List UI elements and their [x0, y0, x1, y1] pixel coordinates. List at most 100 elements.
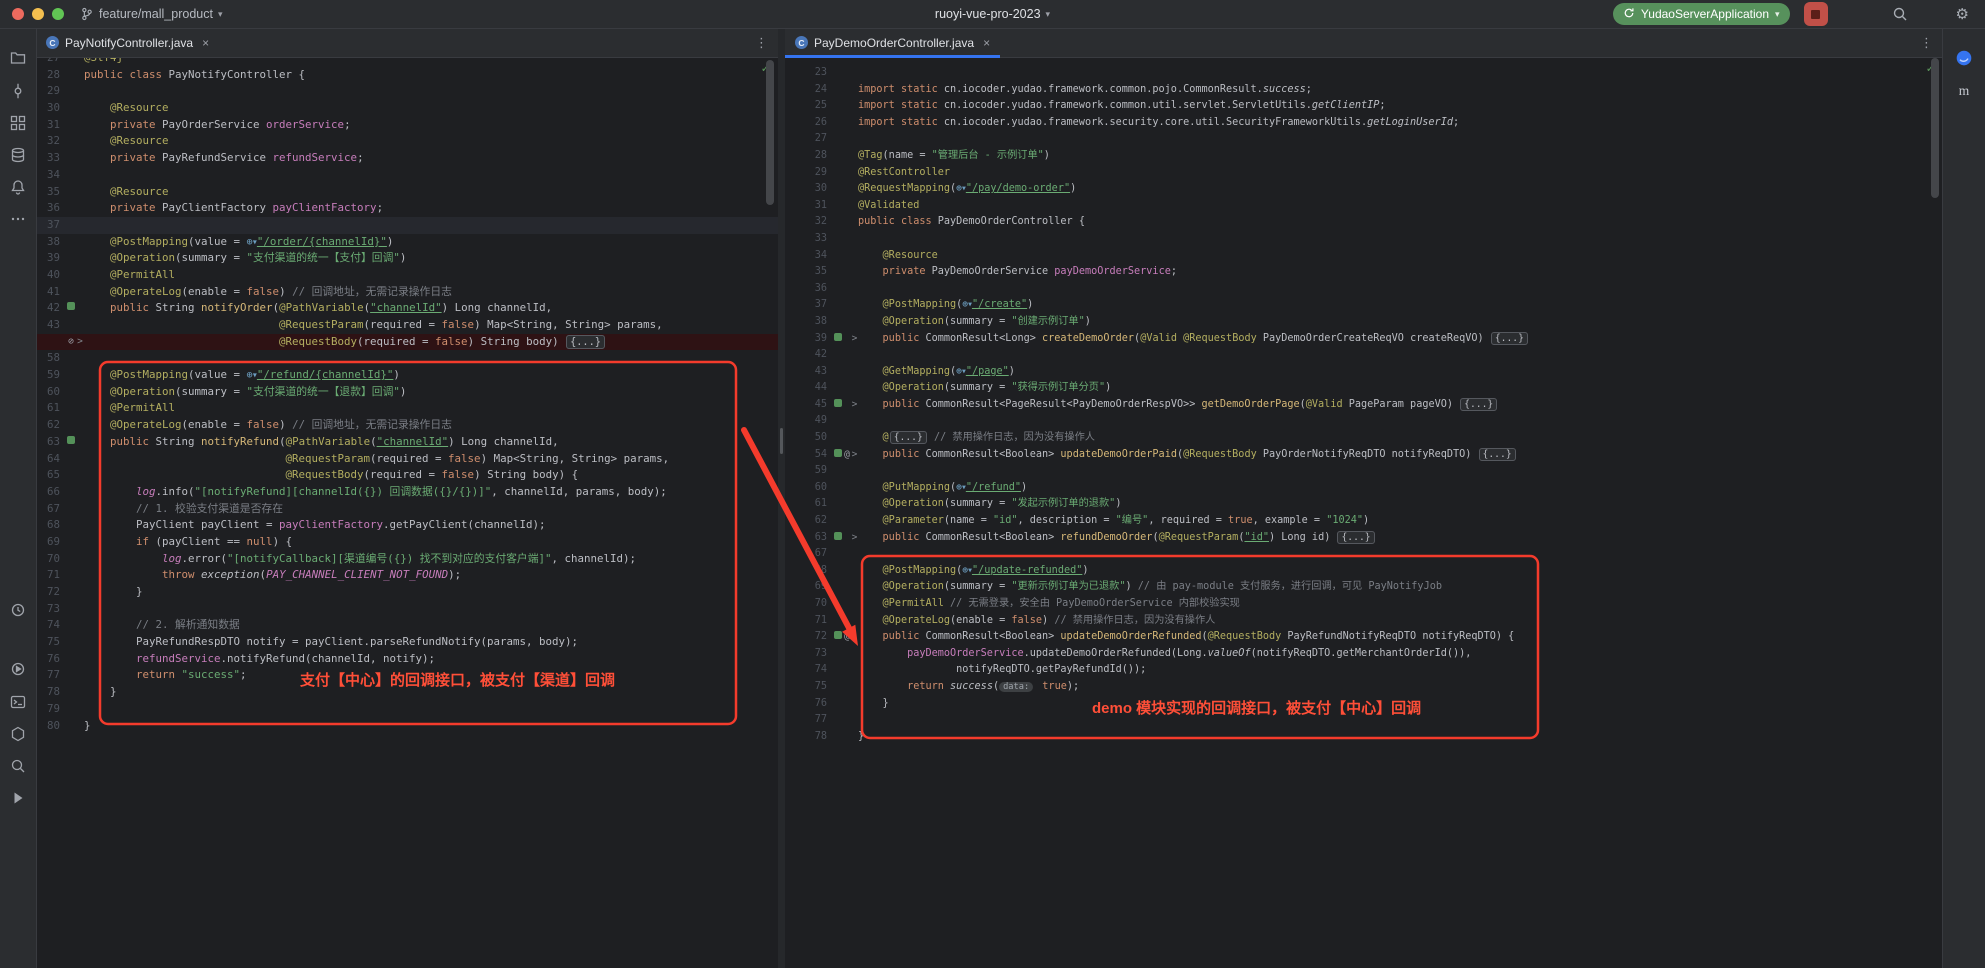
request-mapping-icon[interactable] [67, 302, 75, 310]
fold-arrow-icon[interactable] [851, 148, 858, 165]
toolwindow-project-folder-icon[interactable] [5, 45, 31, 71]
code-line[interactable]: 78 } [36, 684, 778, 701]
code-line[interactable]: 80} [36, 718, 778, 735]
gutter-icon-slot[interactable] [66, 367, 76, 384]
code-line[interactable]: 69 @Operation(summary = "更新示例订单为已退款") //… [785, 579, 1943, 596]
gutter-icon-slot[interactable] [66, 701, 76, 718]
line-number[interactable]: 63 [36, 434, 66, 451]
gutter-icon-slot[interactable] [833, 347, 843, 364]
line-number[interactable]: 29 [785, 165, 833, 182]
line-number[interactable]: 37 [785, 297, 833, 314]
fold-arrow-icon[interactable] [851, 596, 858, 613]
code-line[interactable]: 68 PayClient payClient = payClientFactor… [36, 517, 778, 534]
gutter-icon-slot[interactable] [833, 712, 843, 729]
line-number[interactable]: 74 [785, 662, 833, 679]
gutter-icon-slot[interactable] [66, 184, 76, 201]
code-line[interactable]: 37 [36, 217, 778, 234]
folded-code-chip[interactable]: {...} [1479, 448, 1516, 461]
code-line[interactable]: 76 refundService.notifyRefund(channelId,… [36, 651, 778, 668]
folded-code-chip[interactable]: {...} [1460, 398, 1497, 411]
gutter-icon-slot[interactable] [66, 67, 76, 84]
gutter-icon-slot[interactable] [833, 264, 843, 281]
code-line[interactable]: 77 [785, 712, 1943, 729]
line-number[interactable]: 71 [36, 567, 66, 584]
toolwindow-notifications-icon[interactable] [5, 174, 31, 200]
fold-arrow-icon[interactable] [76, 400, 84, 417]
toolwindow-maven-icon[interactable]: m [1951, 77, 1977, 103]
line-number[interactable]: 40 [36, 267, 66, 284]
gutter-icon-slot[interactable] [833, 214, 843, 231]
code-line[interactable]: 77 return "success"; [36, 667, 778, 684]
gutter-icon-slot[interactable] [833, 231, 843, 248]
line-number[interactable]: 31 [785, 198, 833, 215]
code-line[interactable]: 70 log.error("[notifyCallback][渠道编号({}) … [36, 551, 778, 568]
line-number[interactable]: 38 [36, 234, 66, 251]
code-line[interactable]: 60 @PutMapping(⊕▾"/refund") [785, 480, 1943, 497]
fold-arrow-icon[interactable] [851, 82, 858, 99]
search-everywhere-icon[interactable] [1892, 6, 1908, 22]
line-number[interactable]: 23 [785, 65, 833, 82]
fold-arrow-icon[interactable] [851, 430, 858, 447]
request-mapping-icon[interactable] [834, 532, 842, 540]
line-number[interactable]: 44 [785, 380, 833, 397]
line-number[interactable]: 49 [785, 413, 833, 430]
line-number[interactable]: 78 [785, 729, 833, 746]
gutter-icon-slot[interactable] [66, 200, 76, 217]
gutter-icon-slot[interactable] [833, 297, 843, 314]
gutter-icon-slot[interactable] [833, 281, 843, 298]
line-number[interactable]: 72 [36, 584, 66, 601]
fold-arrow-icon[interactable] [851, 214, 858, 231]
request-mapping-icon[interactable] [67, 436, 75, 444]
code-line[interactable]: 40 @PermitAll [36, 267, 778, 284]
line-number[interactable]: 32 [36, 133, 66, 150]
run-configuration-button[interactable]: YudaoServerApplication ▾ [1613, 3, 1790, 25]
code-line[interactable]: 73 payDemoOrderService.updateDemoOrderRe… [785, 646, 1943, 663]
fold-arrow-icon[interactable]: > [76, 334, 84, 351]
line-number[interactable]: 42 [36, 300, 66, 317]
line-number[interactable]: 69 [36, 534, 66, 551]
fold-arrow-icon[interactable] [851, 380, 858, 397]
fold-arrow-icon[interactable] [851, 98, 858, 115]
code-line[interactable]: ⊘> @RequestBody(required = false) String… [36, 334, 778, 351]
fold-arrow-icon[interactable] [851, 198, 858, 215]
fold-arrow-icon[interactable] [76, 501, 84, 518]
line-number[interactable]: 58 [36, 350, 66, 367]
line-number[interactable]: 64 [36, 451, 66, 468]
code-line[interactable]: 43 @GetMapping(⊕▾"/page") [785, 364, 1943, 381]
toolwindow-more-icon[interactable] [5, 206, 31, 232]
fold-arrow-icon[interactable] [76, 617, 84, 634]
line-number[interactable]: 61 [36, 400, 66, 417]
fold-arrow-icon[interactable] [76, 67, 84, 84]
fold-arrow-icon[interactable] [76, 434, 84, 451]
code-line[interactable]: 45> public CommonResult<PageResult<PayDe… [785, 397, 1943, 414]
tab-paynotifycontroller[interactable]: C PayNotifyController.java × [36, 28, 219, 57]
gutter-icon-slot[interactable] [833, 248, 843, 265]
gutter-icon-slot[interactable] [66, 58, 76, 67]
line-number[interactable]: 76 [785, 696, 833, 713]
fold-arrow-icon[interactable] [851, 297, 858, 314]
code-line[interactable]: 28@Tag(name = "管理后台 - 示例订单") [785, 148, 1943, 165]
code-line[interactable]: 26import static cn.iocoder.yudao.framewo… [785, 115, 1943, 132]
toolwindow-search-icon[interactable] [5, 753, 31, 779]
folded-code-chip[interactable]: {...} [890, 431, 927, 444]
fold-arrow-icon[interactable] [851, 165, 858, 182]
gutter-icon-slot[interactable] [66, 133, 76, 150]
code-line[interactable]: 30@RequestMapping(⊕▾"/pay/demo-order") [785, 181, 1943, 198]
gutter-icon-slot[interactable] [66, 634, 76, 651]
code-line[interactable]: 70 @PermitAll // 无需登录，安全由 PayDemoOrderSe… [785, 596, 1943, 613]
code-line[interactable]: 35 @Resource [36, 184, 778, 201]
gutter-icon-slot[interactable] [66, 83, 76, 100]
tab-options-kebab-icon[interactable]: ⋮ [745, 35, 778, 51]
code-line[interactable]: 75 return success(data: true); [785, 679, 1943, 696]
code-line[interactable]: 74 notifyReqDTO.getPayRefundId()); [785, 662, 1943, 679]
code-line[interactable]: 24import static cn.iocoder.yudao.framewo… [785, 82, 1943, 99]
gutter-icon-slot[interactable] [66, 434, 76, 451]
code-line[interactable]: 67 // 1. 校验支付渠道是否存在 [36, 501, 778, 518]
code-line[interactable]: 49 [785, 413, 1943, 430]
git-branch-widget[interactable]: feature/mall_product ▾ [80, 0, 222, 28]
line-number[interactable]: 70 [785, 596, 833, 613]
toolwindow-database-icon[interactable] [5, 142, 31, 168]
fold-arrow-icon[interactable] [851, 712, 858, 729]
fold-arrow-icon[interactable] [76, 167, 84, 184]
fold-arrow-icon[interactable] [851, 463, 858, 480]
